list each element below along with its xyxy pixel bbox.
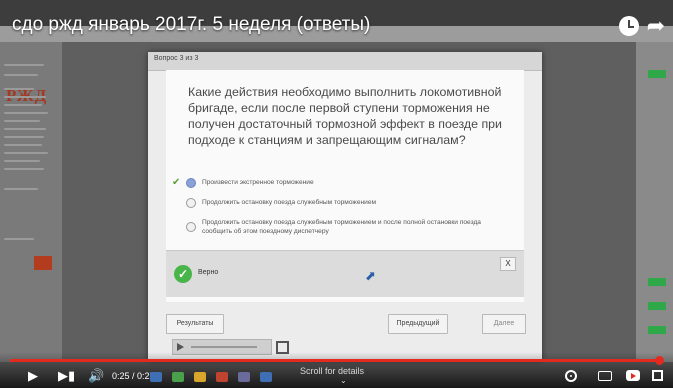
mini-play-icon[interactable] bbox=[177, 343, 184, 351]
green-badge bbox=[648, 278, 666, 286]
close-feedback-button[interactable]: X bbox=[500, 257, 516, 271]
answer-text: Произвести экстренное торможение bbox=[202, 179, 314, 186]
question-counter[interactable]: Вопрос 3 из 3 bbox=[154, 55, 198, 62]
radio-button[interactable] bbox=[186, 198, 196, 208]
left-sidebar: РЖД bbox=[0, 42, 62, 362]
captions-icon[interactable] bbox=[598, 371, 612, 381]
share-icon[interactable]: ➦ bbox=[647, 15, 665, 37]
previous-button[interactable]: Предыдущий bbox=[388, 314, 448, 334]
mini-progress-bar[interactable] bbox=[191, 346, 257, 348]
next-button[interactable]: Далее bbox=[482, 314, 526, 334]
radio-button[interactable] bbox=[186, 222, 196, 232]
time-display: 0:25 / 0:25 bbox=[112, 371, 155, 381]
play-icon[interactable]: ▶ bbox=[28, 369, 38, 383]
sidebar-red-block bbox=[34, 256, 52, 270]
app-icon bbox=[238, 372, 250, 382]
question-text: Какие действия необходимо выполнить локо… bbox=[188, 85, 502, 147]
quiz-dialog: Вопрос 3 из 3 Какие действия необходимо … bbox=[148, 52, 542, 360]
settings-gear-icon[interactable] bbox=[565, 370, 577, 382]
green-badge bbox=[648, 326, 666, 334]
app-icon bbox=[194, 372, 206, 382]
app-icon bbox=[260, 372, 272, 382]
chevron-down-icon[interactable]: ⌄ bbox=[340, 376, 347, 385]
dialog-header: Вопрос 3 из 3 bbox=[148, 52, 542, 71]
mouse-cursor-icon: ⬈ bbox=[365, 268, 376, 283]
app-icon bbox=[216, 372, 228, 382]
progress-scrubber[interactable] bbox=[655, 356, 664, 365]
app-icon bbox=[172, 372, 184, 382]
answer-text: Продолжить остановку поезда служебным то… bbox=[202, 219, 481, 235]
progress-bar[interactable] bbox=[10, 359, 663, 362]
green-badge bbox=[648, 302, 666, 310]
correct-check-icon: ✓ bbox=[174, 265, 192, 283]
right-sidebar bbox=[636, 42, 673, 362]
feedback-panel: ✓ Верно X bbox=[166, 250, 524, 297]
check-icon: ✔ bbox=[172, 177, 181, 188]
next-video-icon[interactable]: ▶▮ bbox=[58, 369, 75, 383]
app-icon bbox=[150, 372, 162, 382]
radio-button-selected[interactable] bbox=[186, 178, 196, 188]
results-button[interactable]: Результаты bbox=[166, 314, 224, 334]
scroll-hint[interactable]: Scroll for details bbox=[300, 366, 364, 376]
volume-icon[interactable]: 🔊 bbox=[88, 369, 104, 383]
taskbar-icons bbox=[150, 372, 272, 382]
answer-text: Продолжить остановку поезда служебным то… bbox=[202, 199, 377, 206]
top-right-actions: ➦ bbox=[618, 15, 665, 37]
video-title[interactable]: сдо ржд январь 2017г. 5 неделя (ответы) bbox=[12, 14, 370, 36]
feedback-text: Верно bbox=[198, 269, 219, 276]
green-badge bbox=[648, 70, 666, 78]
youtube-logo-icon[interactable] bbox=[626, 370, 640, 381]
fullscreen-icon[interactable] bbox=[652, 370, 663, 381]
watch-later-icon[interactable] bbox=[618, 16, 639, 36]
